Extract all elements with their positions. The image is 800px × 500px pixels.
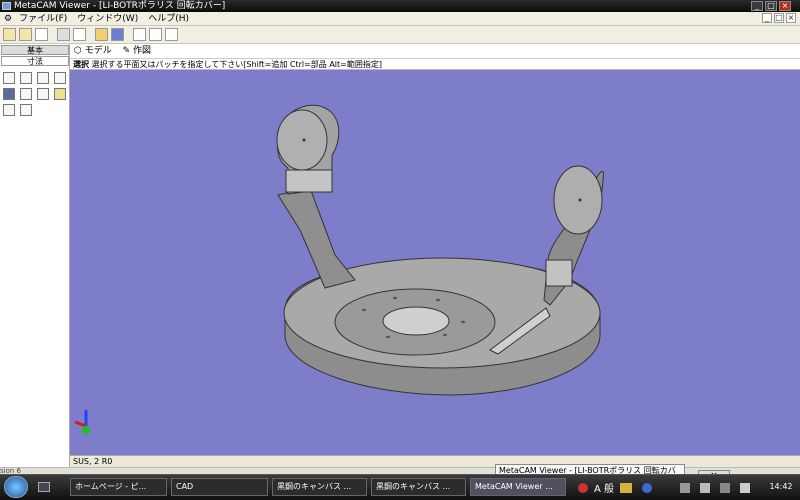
menu-file[interactable]: ファイル(F): [14, 12, 72, 26]
status-text: SUS, 2 R0: [73, 457, 113, 466]
ime-icon[interactable]: [578, 483, 588, 493]
menu-help[interactable]: ヘルプ(H): [143, 12, 194, 26]
task-cad[interactable]: CAD: [171, 478, 268, 496]
copy-icon[interactable]: [54, 72, 66, 84]
window-title: MetaCAM Viewer - [LI-BOTRポラリス 回転カバー]: [14, 1, 226, 11]
center-bore: [382, 306, 450, 336]
title-bar: MetaCAM Viewer - [LI-BOTRポラリス 回転カバー]: [0, 0, 800, 12]
select-arrow-icon[interactable]: [3, 72, 15, 84]
print-preview-icon[interactable]: [73, 28, 86, 41]
app-icon[interactable]: [2, 2, 11, 10]
play-icon[interactable]: [20, 104, 32, 116]
view-icon[interactable]: [3, 88, 15, 100]
task-canvas-1[interactable]: 黒鋼のキャンバス ...: [272, 478, 367, 496]
help-icon[interactable]: [642, 483, 652, 493]
tab-basic[interactable]: 基本: [1, 45, 69, 55]
open-icon[interactable]: [3, 28, 16, 41]
menu-bar: ⚙ ファイル(F) ウィンドウ(W) ヘルプ(H): [0, 12, 800, 26]
left-arm-hole: [302, 138, 306, 142]
show-desktop-icon[interactable]: [38, 482, 50, 492]
right-arm-hole: [578, 198, 582, 202]
tab-drawing-label: 作図: [133, 46, 152, 56]
right-arm-face: [553, 165, 603, 235]
task-homepage[interactable]: ホームページ - ピ...: [70, 478, 167, 496]
layers-icon[interactable]: [3, 104, 15, 116]
task-metacam[interactable]: MetaCAM Viewer ...: [470, 478, 566, 496]
left-arm-face: [276, 109, 328, 171]
document-icon[interactable]: [111, 28, 124, 41]
tab-model-label: モデル: [84, 46, 112, 56]
note-icon[interactable]: [54, 88, 66, 100]
model-viewport[interactable]: [70, 70, 800, 455]
select-query-icon[interactable]: [20, 72, 32, 84]
clock[interactable]: 14:42: [762, 474, 800, 500]
ime-tool-icon[interactable]: [620, 483, 632, 493]
menu-window[interactable]: ウィンドウ(W): [72, 12, 143, 26]
tab-dimension[interactable]: 寸法: [1, 56, 69, 66]
person-icon[interactable]: [37, 72, 49, 84]
mdi-close-button[interactable]: ×: [786, 13, 796, 23]
tab-drawing[interactable]: ✎ 作図: [119, 44, 155, 59]
right-arm-bracket: [545, 259, 573, 287]
left-arm-bracket: [285, 169, 333, 193]
tray-icon-1[interactable]: [680, 483, 690, 493]
properties-icon[interactable]: [95, 28, 108, 41]
preview-icon[interactable]: [35, 28, 48, 41]
network-icon[interactable]: [720, 483, 730, 493]
hint-text: 選択する平面又はパッチを指定して下さい[Shift=追加 Ctrl=部品 Alt…: [91, 60, 382, 69]
left-arm-strip: [277, 187, 356, 289]
magnify-icon[interactable]: [20, 88, 32, 100]
ime-mode[interactable]: A 般: [594, 480, 614, 495]
zoom-icon[interactable]: [165, 28, 178, 41]
doc-icon[interactable]: ⚙: [0, 12, 14, 26]
model-canvas[interactable]: [70, 70, 800, 455]
status-bar: SUS, 2 R0: [70, 455, 800, 467]
tray-icon-2[interactable]: [700, 483, 710, 493]
task-canvas-2[interactable]: 黒鋼のキャンバス ...: [371, 478, 466, 496]
print-icon[interactable]: [57, 28, 70, 41]
tab-model[interactable]: ⬡ モデル: [70, 44, 116, 59]
zoom-window-icon[interactable]: [149, 28, 162, 41]
volume-icon[interactable]: [740, 483, 750, 493]
grid-icon[interactable]: [37, 88, 49, 100]
axis-gizmo: [74, 410, 90, 434]
move-icon[interactable]: [133, 28, 146, 41]
hint-bar: 選択 選択する平面又はパッチを指定して下さい[Shift=追加 Ctrl=部品 …: [70, 59, 800, 70]
view-tab-bar: ⬡ モデル ✎ 作図: [70, 44, 800, 59]
start-button[interactable]: [4, 476, 28, 498]
mdi-minimize-button[interactable]: _: [762, 13, 772, 23]
import-icon[interactable]: [19, 28, 32, 41]
minimize-button[interactable]: _: [751, 1, 763, 11]
maximize-button[interactable]: □: [765, 1, 777, 11]
close-button[interactable]: ×: [779, 1, 791, 11]
mode-label: 選択: [73, 60, 89, 69]
mdi-restore-button[interactable]: □: [774, 13, 784, 23]
